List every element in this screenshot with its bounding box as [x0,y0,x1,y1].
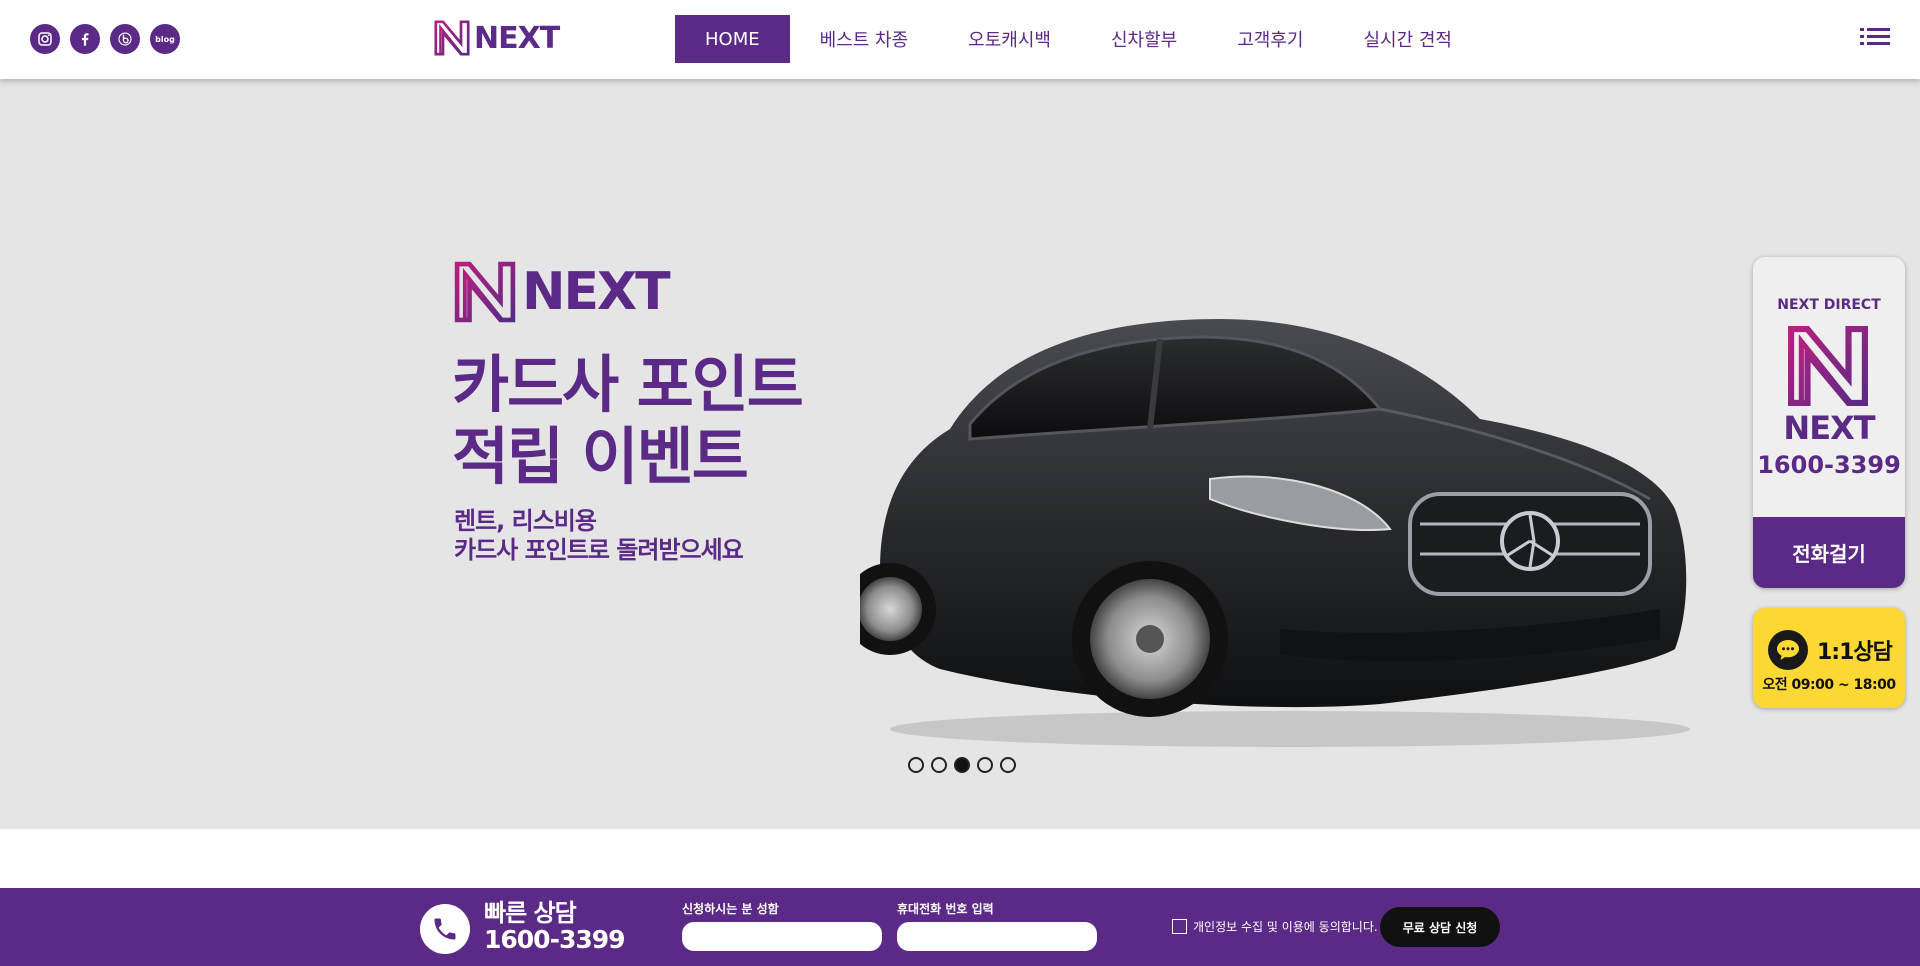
slider-dots [908,757,1016,773]
nav-reviews[interactable]: 고객후기 [1207,15,1333,63]
social-links: blog [30,24,180,54]
call-widget: NEXT DIRECT NEXT 1600-3399 전화걸기 [1753,257,1905,588]
blog-icon[interactable]: blog [150,24,180,54]
call-widget-name: NEXT [1783,409,1875,447]
nav-new-car-installment[interactable]: 신차할부 [1081,15,1207,63]
hero-title-line2: 적립 이벤트 [452,420,749,493]
band-icon[interactable] [110,24,140,54]
quick-consult-number: 1600-3399 [484,925,626,954]
facebook-icon[interactable] [70,24,100,54]
next-logo-icon [434,20,470,56]
slider-dot-2[interactable] [931,757,947,773]
slider-dot-4[interactable] [977,757,993,773]
submit-consult-button[interactable]: 무료 상담 신청 [1380,907,1500,947]
hero-slider: NEXT 카드사 포인트 적립 이벤트 렌트, 리스비용 카드사 포인트로 돌려… [0,79,1920,829]
hero-logo-text: NEXT [522,262,671,322]
quick-consult-title: 빠른 상담 [484,899,577,927]
hero-title-line1: 카드사 포인트 [452,348,804,421]
nav-home[interactable]: HOME [675,15,790,63]
slider-dot-3[interactable] [954,757,970,773]
hero-title: 카드사 포인트 적립 이벤트 [452,348,804,493]
nav-auto-cashback[interactable]: 오토캐시백 [938,15,1081,63]
hero-sub-line2: 카드사 포인트로 돌려받으세요 [454,536,744,564]
nav-best-cars[interactable]: 베스트 차종 [790,15,939,63]
next-logo-icon [1788,326,1868,406]
name-field-label: 신청하시는 분 성함 [682,902,779,916]
consent-checkbox-row[interactable]: 개인정보 수집 및 이용에 동의합니다. [1172,918,1378,935]
name-input[interactable] [682,922,882,951]
consent-label: 개인정보 수집 및 이용에 동의합니다. [1193,920,1378,934]
car-image [860,319,1690,747]
slider-dot-1[interactable] [908,757,924,773]
hamburger-menu-icon[interactable] [1860,27,1890,51]
phone-icon [420,904,470,954]
chat-title: 1:1상담 [1817,640,1893,665]
site-header: blog NEXT HOME 베스트 차종 오토캐시백 신차할부 고객후기 실시… [0,0,1920,79]
nav-live-quote[interactable]: 실시간 견적 [1333,15,1482,63]
logo-text: NEXT [474,20,560,56]
quick-consult-bar: 빠른 상담 1600-3399 신청하시는 분 성함 휴대전화 번호 입력 개인… [0,888,1920,966]
call-button[interactable]: 전화걸기 [1753,517,1905,588]
chat-widget[interactable]: 1:1상담 오전 09:00 ~ 18:00 [1753,608,1905,708]
hero-subtitle: 렌트, 리스비용 카드사 포인트로 돌려받으세요 [454,507,744,565]
chat-bubble-icon [1768,630,1808,670]
phone-input[interactable] [897,922,1097,951]
brand-logo[interactable]: NEXT [434,20,560,56]
chat-hours: 오전 09:00 ~ 18:00 [1762,677,1896,693]
instagram-icon[interactable] [30,24,60,54]
hero-logo: NEXT [454,261,671,323]
phone-field-label: 휴대전화 번호 입력 [897,902,994,916]
blog-label: blog [155,34,175,44]
hero-sub-line1: 렌트, 리스비용 [454,507,597,535]
main-nav: HOME 베스트 차종 오토캐시백 신차할부 고객후기 실시간 견적 [675,15,1482,63]
call-widget-label: NEXT DIRECT [1777,297,1881,313]
slider-dot-5[interactable] [1000,757,1016,773]
call-widget-phone: 1600-3399 [1757,451,1901,479]
next-logo-icon [454,261,516,323]
consent-checkbox[interactable] [1172,919,1187,934]
